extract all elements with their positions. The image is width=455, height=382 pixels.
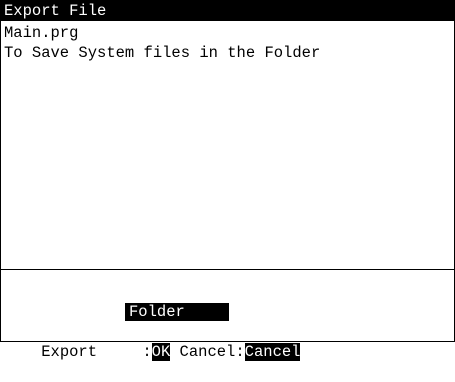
export-row: Export :OK Cancel:Cancel (4, 322, 301, 361)
export-file-dialog: Export File Main.prg To Save System file… (0, 0, 455, 361)
export-label: Export (41, 343, 98, 361)
cancel-button[interactable]: Cancel (244, 343, 301, 361)
dialog-title: Export File (1, 1, 454, 21)
divider (1, 269, 454, 270)
colon-separator: : (133, 343, 152, 361)
ok-button[interactable]: OK (151, 343, 171, 361)
cancel-prefix-label: Cancel: (170, 343, 245, 361)
instruction-line: To Save System files in the Folder (4, 44, 321, 62)
file-name-line: Main.prg (4, 24, 79, 42)
folder-button[interactable]: Folder (125, 303, 229, 321)
